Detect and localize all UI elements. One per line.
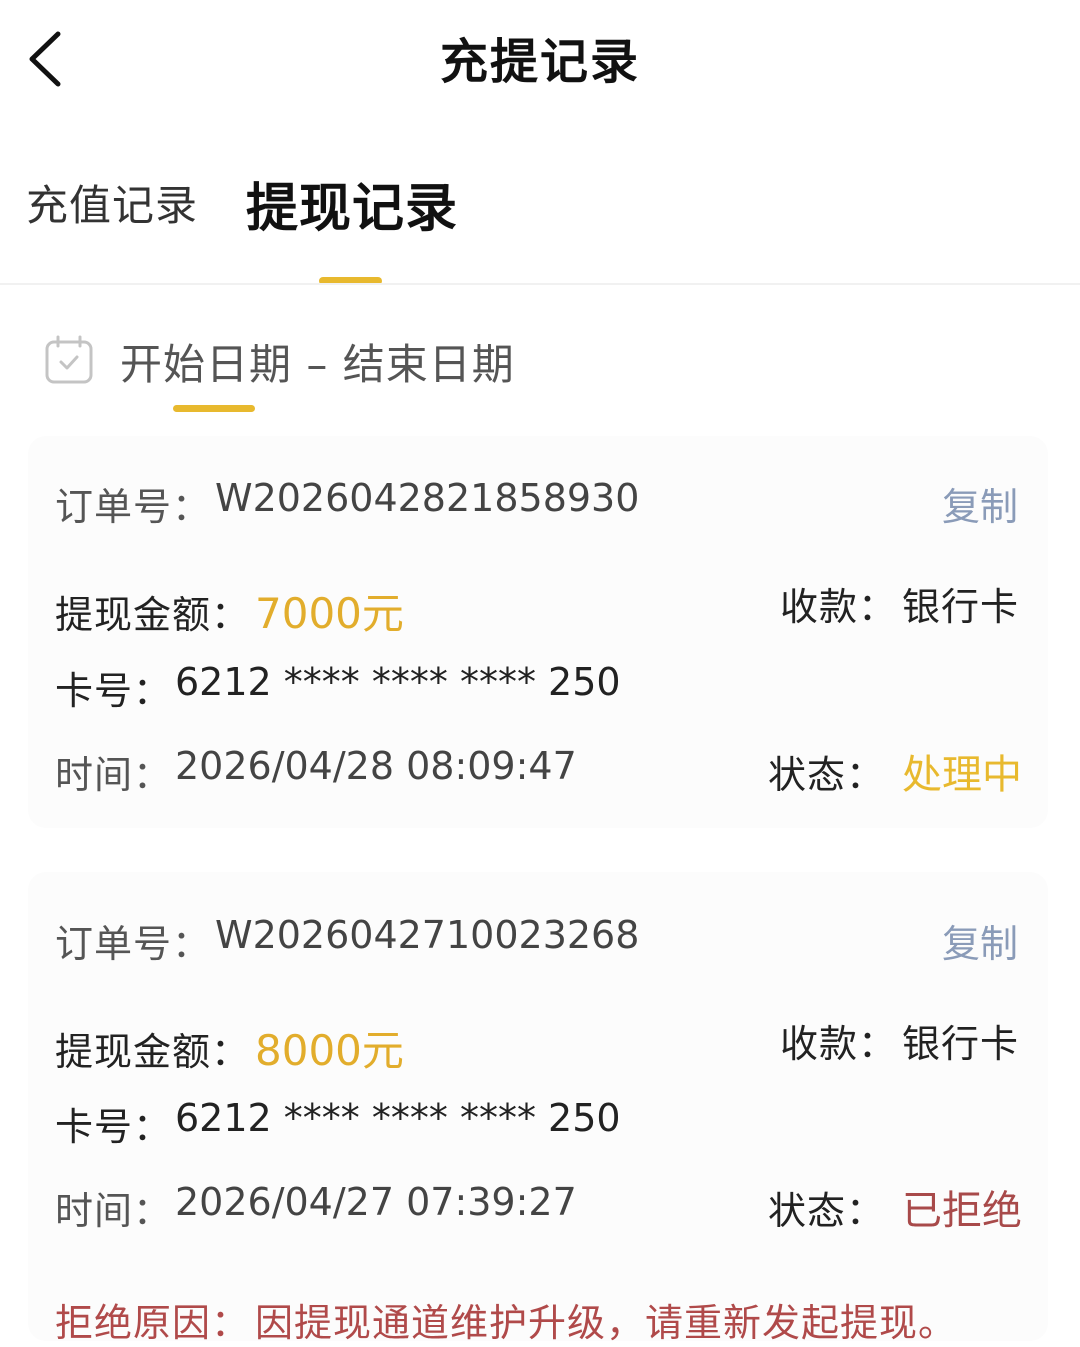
calendar-icon bbox=[45, 335, 93, 384]
card-number: 6212 **** **** **** 250 bbox=[175, 660, 621, 704]
status-label: 状态： bbox=[768, 753, 886, 797]
order-number-label: 订单号： bbox=[55, 922, 212, 966]
date-range-text: 开始日期 – 结束日期 bbox=[120, 340, 515, 389]
tab-recharge-records[interactable]: 充值记录 bbox=[26, 172, 198, 233]
withdraw-amount: 7000元 bbox=[255, 589, 404, 638]
withdraw-amount: 8000元 bbox=[255, 1026, 404, 1075]
reject-reason-label: 拒绝原因： bbox=[55, 1301, 251, 1345]
status-badge: 已拒绝 bbox=[902, 1188, 1022, 1234]
card-number-label: 卡号： bbox=[55, 1105, 173, 1149]
page-title: 充提记录 bbox=[439, 34, 640, 90]
copy-button[interactable]: 复制 bbox=[942, 476, 1018, 531]
status-badge: 处理中 bbox=[902, 752, 1022, 798]
card-number: 6212 **** **** **** 250 bbox=[175, 1096, 621, 1140]
amount-label: 提现金额： bbox=[55, 1030, 251, 1074]
receive-label: 收款： bbox=[780, 1022, 898, 1066]
card-number-label: 卡号： bbox=[55, 669, 173, 713]
status-label: 状态： bbox=[768, 1189, 886, 1233]
record-time: 2026/04/28 08:09:47 bbox=[175, 744, 577, 788]
receive-label: 收款： bbox=[780, 585, 898, 629]
record-time: 2026/04/27 07:39:27 bbox=[175, 1180, 577, 1224]
order-number-label: 订单号： bbox=[55, 485, 212, 529]
order-number: W2026042821858930 bbox=[215, 476, 640, 520]
time-label: 时间： bbox=[55, 1189, 173, 1233]
tabs-divider bbox=[0, 283, 1080, 285]
amount-label: 提现金额： bbox=[55, 593, 251, 637]
copy-button[interactable]: 复制 bbox=[942, 913, 1018, 968]
date-range-filter[interactable]: 开始日期 – 结束日期 bbox=[40, 325, 560, 395]
time-label: 时间： bbox=[55, 753, 173, 797]
receive-method: 银行卡 bbox=[902, 585, 1020, 629]
reject-reason: 因提现通道维护升级，请重新发起提现。 bbox=[255, 1301, 958, 1345]
receive-method: 银行卡 bbox=[902, 1022, 1020, 1066]
date-filter-indicator bbox=[173, 405, 255, 412]
tab-withdraw-records[interactable]: 提现记录 bbox=[246, 166, 458, 241]
order-number: W2026042710023268 bbox=[215, 913, 640, 957]
